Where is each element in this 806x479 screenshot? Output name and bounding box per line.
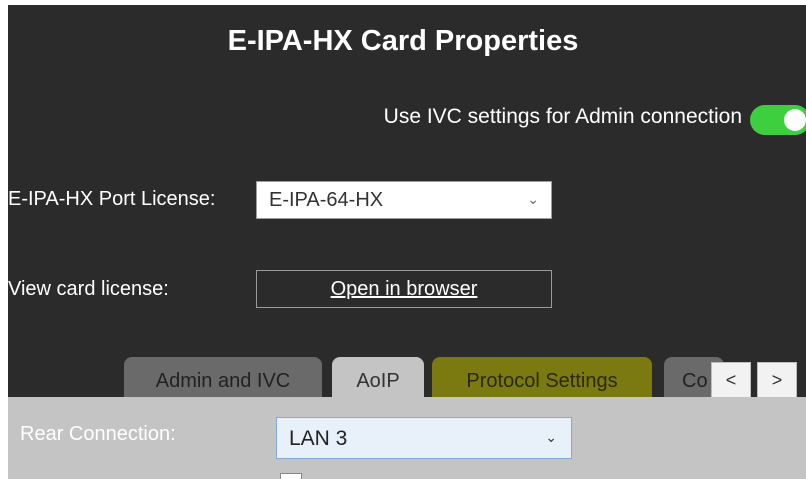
tab-admin-and-ivc[interactable]: Admin and IVC <box>124 357 322 401</box>
tab-next-button[interactable]: > <box>757 362 797 398</box>
port-license-label: E-IPA-HX Port License: <box>8 188 216 210</box>
card-license-label: View card license: <box>8 278 169 300</box>
port-license-value: E-IPA-64-HX <box>269 189 384 211</box>
chevron-down-icon: ⌄ <box>545 429 557 445</box>
rear-connection-label: Rear Connection: <box>20 423 176 445</box>
tab-protocol-settings[interactable]: Protocol Settings <box>432 357 652 401</box>
option-checkbox[interactable] <box>280 473 302 479</box>
toggle-knob <box>784 109 806 131</box>
card-properties-dialog: E-IPA-HX Card Properties Use IVC setting… <box>8 5 806 479</box>
open-in-browser-button[interactable]: Open in browser <box>256 270 552 308</box>
aoip-tab-content: Rear Connection: LAN 3 ⌄ <box>8 397 806 479</box>
ivc-settings-toggle[interactable] <box>750 105 806 135</box>
rear-connection-select[interactable]: LAN 3 ⌄ <box>276 417 572 459</box>
tab-prev-button[interactable]: < <box>711 362 751 398</box>
open-in-browser-label: Open in browser <box>330 278 478 300</box>
rear-connection-value: LAN 3 <box>289 427 348 450</box>
tab-aoip[interactable]: AoIP <box>332 357 424 401</box>
dialog-title: E-IPA-HX Card Properties <box>227 25 579 57</box>
port-license-select[interactable]: E-IPA-64-HX ⌄ <box>256 181 552 219</box>
chevron-down-icon: ⌄ <box>527 191 539 207</box>
ivc-toggle-label: Use IVC settings for Admin connection <box>383 105 742 128</box>
